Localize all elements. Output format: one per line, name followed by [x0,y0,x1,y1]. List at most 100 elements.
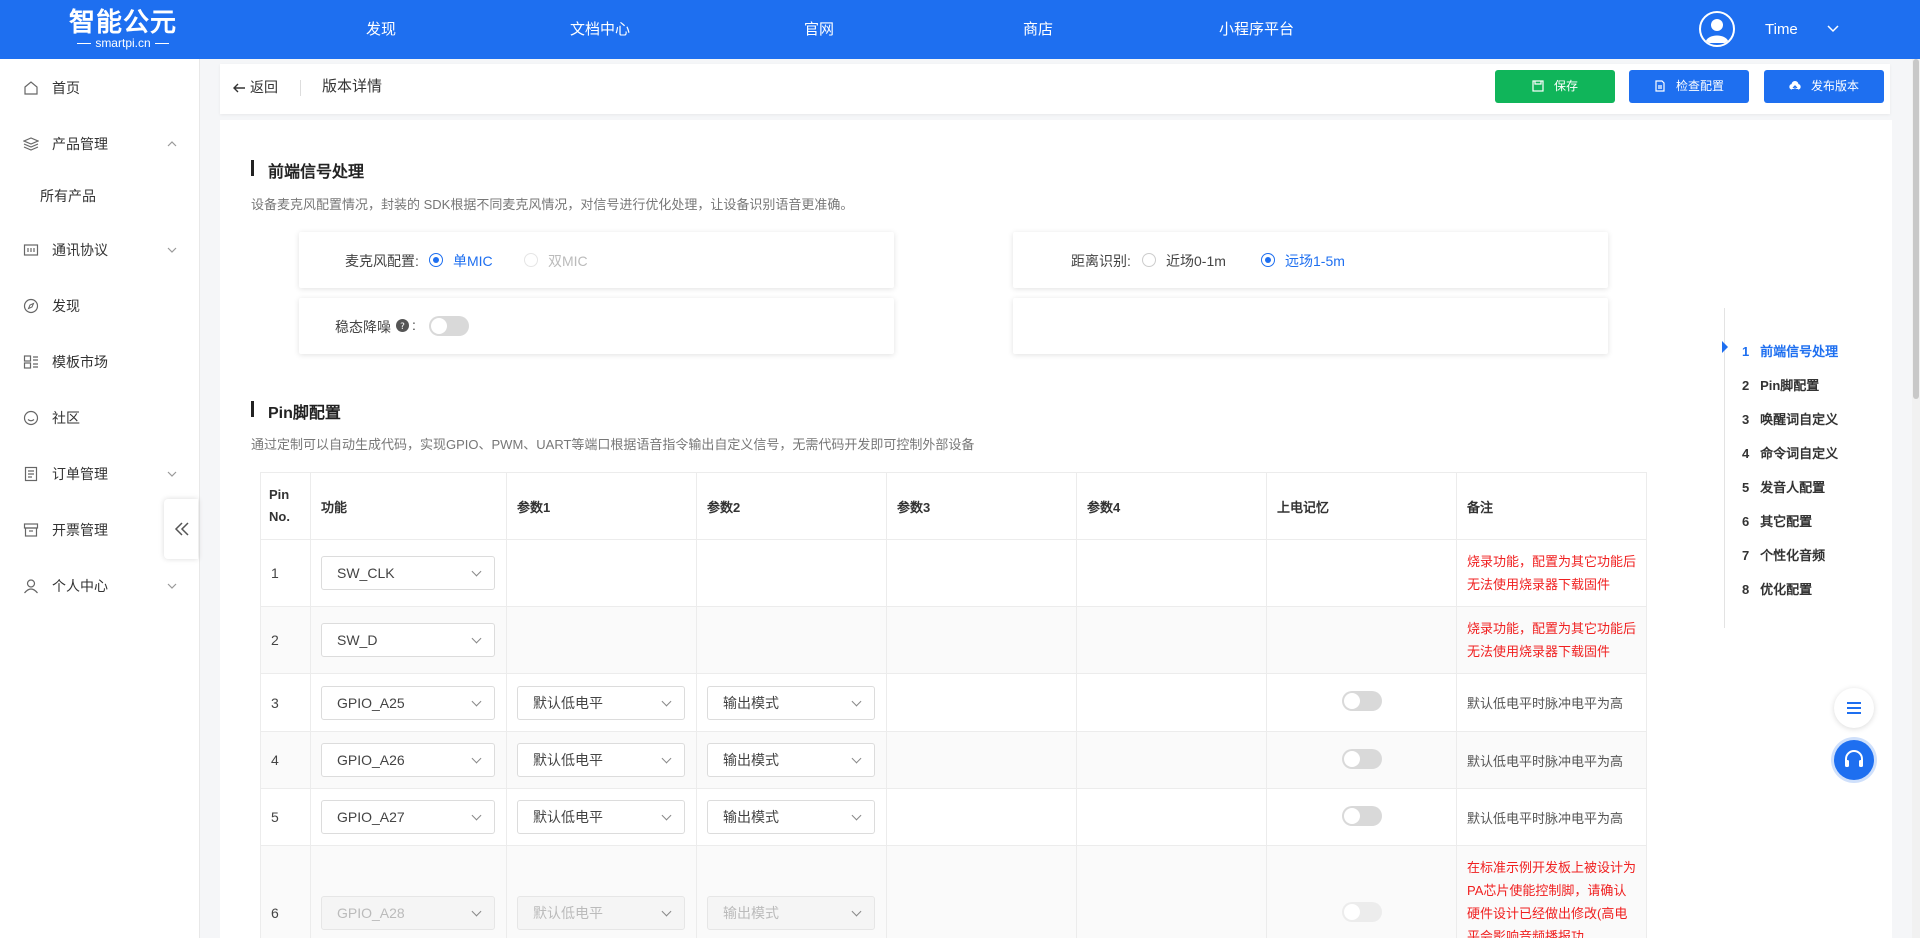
param2-select[interactable]: 输出模式 [707,896,875,930]
pin-number: 5 [260,788,311,846]
check-config-button[interactable]: 检查配置 [1629,70,1749,103]
anchor-item-wakeword[interactable]: 3 唤醒词自定义 [1742,409,1838,428]
mic-config-label: 麦克风配置: [345,253,419,269]
func-select[interactable]: SW_CLK [321,556,495,590]
sidebar-item-profile[interactable]: 个人中心 [0,566,200,606]
param4-cell [1076,788,1267,846]
check-config-label: 检查配置 [1675,79,1724,93]
page-header: 返回 版本详情 保存 检查配置 发布版本 [220,64,1890,114]
anchor-item-audio[interactable]: 7 个性化音频 [1742,545,1825,564]
anchor-item-optimize[interactable]: 8 优化配置 [1742,579,1812,598]
sidebar-item-products[interactable]: 产品管理 [0,124,200,164]
user-name[interactable]: Time [1765,0,1798,59]
anchor-item-speaker[interactable]: 5 发音人配置 [1742,477,1825,496]
publish-button[interactable]: 发布版本 [1764,70,1884,103]
pin-number: 2 [260,606,311,674]
power-memory-toggle[interactable] [1341,901,1382,922]
support-float-button[interactable] [1834,740,1874,780]
func-select[interactable]: GPIO_A26 [321,743,495,777]
anchor-item-command[interactable]: 4 命令词自定义 [1742,443,1838,462]
param3-cell [886,788,1077,846]
section-desc-pin: 通过定制可以自动生成代码，实现GPIO、PWM、UART等端口根据语音指令输出自… [251,437,975,452]
col-header-param4: 参数4 [1076,472,1267,540]
document-icon [1655,80,1665,92]
invoice-icon [23,523,39,537]
menu-float-button[interactable] [1834,688,1874,728]
sidebar-item-label: 订单管理 [52,466,108,482]
distance-far-radio[interactable] [1261,253,1275,267]
save-button[interactable]: 保存 [1495,70,1615,103]
sidebar-item-community[interactable]: 社区 [0,398,200,438]
func-select[interactable]: SW_D [321,623,495,657]
nav-discover[interactable]: 发现 [366,0,396,59]
func-cell: GPIO_A27 [310,788,507,846]
note-text: 在标准示例开发板上被设计为PA芯片使能控制脚，请确认硬件设计已经做出修改(高电平… [1456,845,1647,938]
func-select[interactable]: GPIO_A25 [321,685,495,720]
param2-select[interactable]: 输出模式 [707,800,875,834]
param4-cell [1076,731,1267,789]
anchor-item-signal[interactable]: 1 前端信号处理 [1742,341,1838,360]
param4-cell [1076,606,1267,674]
anchor-num: 4 [1742,446,1750,461]
sidebar-subitem-all-products[interactable]: 所有产品 [40,176,96,216]
power-memory-toggle[interactable] [1341,805,1382,826]
distance-near-label[interactable]: 近场0-1m [1166,251,1226,271]
back-button[interactable]: 返回 [232,64,278,110]
sidebar-item-templates[interactable]: 模板市场 [0,342,200,382]
func-select[interactable]: GPIO_A27 [321,800,495,834]
power-memory-toggle[interactable] [1341,691,1382,711]
anchor-item-pin[interactable]: 2 Pin脚配置 [1742,375,1819,394]
anchor-num: 2 [1742,378,1750,393]
avatar[interactable] [1699,11,1735,47]
scrollbar-thumb[interactable] [1913,59,1919,399]
logo[interactable]: 智能公元 smartpi.cn [68,8,178,52]
help-icon[interactable]: ? [396,319,409,332]
nav-miniprogram[interactable]: 小程序平台 [1219,0,1294,59]
empty-card [1013,298,1608,354]
publish-label: 发布版本 [1810,79,1859,93]
param1-select[interactable]: 默认低电平 [517,685,685,720]
mic-dual-label[interactable]: 双MIC [548,251,588,271]
param1-select[interactable]: 默认低电平 [517,896,685,930]
anchor-num: 7 [1742,548,1750,563]
func-cell: SW_CLK [310,539,507,607]
col-header-pin: Pin No. [260,472,311,540]
power-memory-toggle[interactable] [1341,748,1382,769]
anchor-item-other[interactable]: 6 其它配置 [1742,511,1812,530]
distance-far-label[interactable]: 远场1-5m [1285,251,1345,271]
col-header-func: 功能 [310,472,507,540]
scrollbar-track[interactable] [1912,59,1920,938]
nav-docs[interactable]: 文档中心 [570,0,630,59]
user-avatar-icon [1705,19,1729,43]
distance-near-radio[interactable] [1142,253,1156,267]
nav-store[interactable]: 商店 [1023,0,1053,59]
sidebar-item-home[interactable]: 首页 [0,68,200,108]
section-title-pin: Pin脚配置 [251,399,341,423]
sidebar-collapse-button[interactable] [164,499,198,559]
section-title-signal: 前端信号处理 [250,158,364,182]
param3-cell [886,606,1077,674]
anchor-nav: 1 前端信号处理 2 Pin脚配置 3 唤醒词自定义 4 命令词自定义 5 发音… [1722,308,1874,628]
sidebar-item-discover[interactable]: 发现 [0,286,200,326]
param3-cell [886,673,1077,732]
mic-single-label[interactable]: 单MIC [453,251,493,271]
mic-dual-radio[interactable] [524,253,538,267]
mic-single-radio[interactable] [429,253,443,267]
page-title: 版本详情 [322,78,383,95]
save-label: 保存 [1553,79,1578,93]
param1-select[interactable]: 默认低电平 [517,800,685,834]
nav-website[interactable]: 官网 [804,0,834,59]
func-select[interactable]: GPIO_A28 [321,896,495,930]
param2-cell [696,606,887,674]
param1-select[interactable]: 默认低电平 [517,743,685,777]
param2-select[interactable]: 输出模式 [707,743,875,777]
param2-select[interactable]: 输出模式 [707,685,875,720]
param2-cell: 输出模式 [696,845,887,938]
table-row: 1 SW_CLK 烧录功能，配置为其它功能后无法使用烧录器下载固件 [260,539,1647,607]
sidebar-item-protocol[interactable]: 通讯协议 [0,230,200,270]
cloud-upload-icon [1789,80,1801,91]
chevron-down-icon[interactable] [1826,22,1840,36]
noise-toggle[interactable] [429,316,469,336]
sidebar-item-orders[interactable]: 订单管理 [0,454,200,494]
param4-cell [1076,845,1267,938]
